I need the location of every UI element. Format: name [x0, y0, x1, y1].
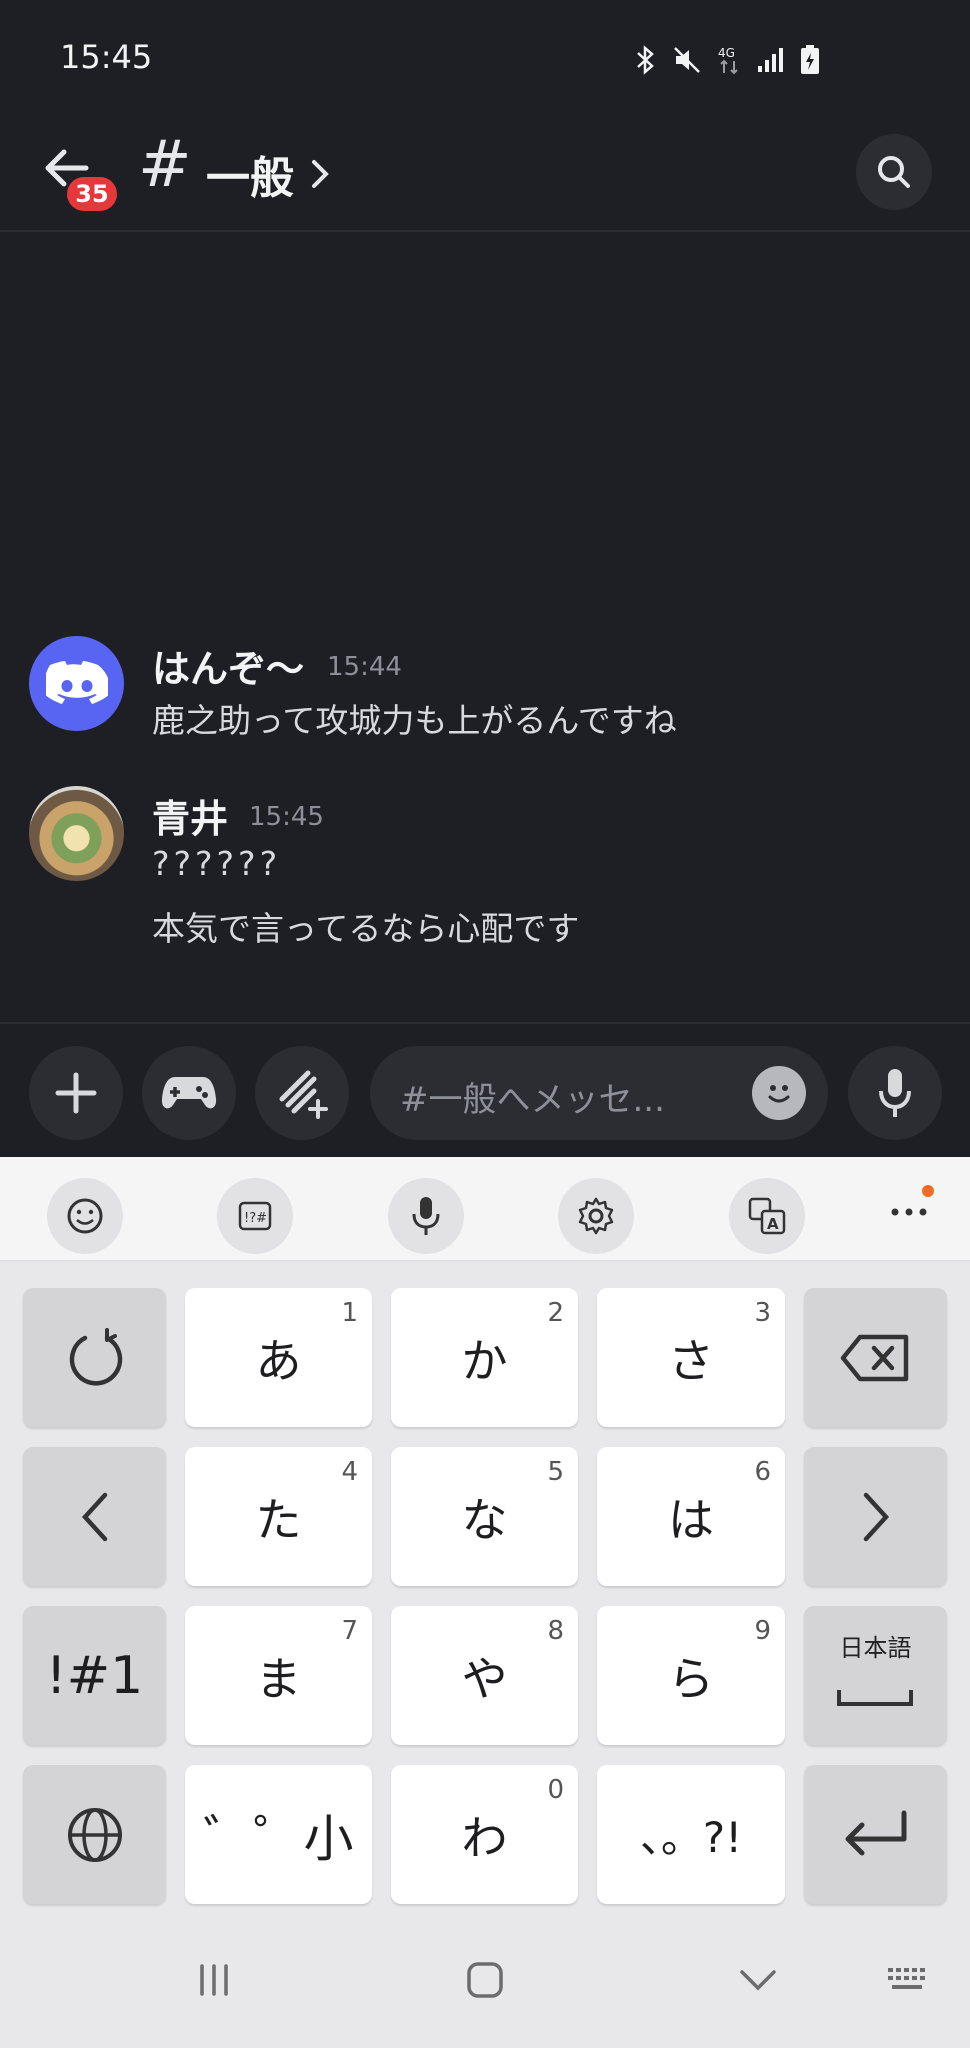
globe-icon [67, 1807, 122, 1862]
microphone-icon [879, 1069, 911, 1117]
svg-text:!?#: !?# [244, 1211, 267, 1226]
backspace-icon [840, 1334, 908, 1381]
author-name[interactable]: はんぞ〜 [152, 638, 304, 693]
key-ya[interactable]: 8や [391, 1606, 578, 1745]
message-composer: #一般へメッセ... [0, 1024, 970, 1157]
signal-icon [758, 48, 783, 72]
message[interactable]: 青井 15:45 ?????? 本気で言ってるなら心配です [0, 782, 970, 952]
key-enter[interactable] [804, 1765, 947, 1904]
chevron-right-icon [863, 1492, 889, 1541]
key-a[interactable]: 1あ [185, 1288, 372, 1427]
key-ra[interactable]: 9ら [597, 1606, 785, 1745]
avatar[interactable] [29, 636, 124, 731]
notification-dot [922, 1185, 934, 1197]
key-sa[interactable]: 3さ [597, 1288, 785, 1427]
apps-button[interactable] [255, 1046, 349, 1140]
key-ma[interactable]: 7ま [185, 1606, 372, 1745]
mute-icon [674, 47, 700, 73]
symbols-icon[interactable]: !?# [217, 1178, 293, 1254]
space-icon [837, 1690, 913, 1706]
undo-icon [69, 1327, 122, 1386]
4g-icon: 4G [718, 46, 738, 75]
search-icon [878, 156, 910, 188]
chevron-right-icon[interactable] [306, 154, 336, 194]
smiley-icon [768, 1085, 790, 1103]
activities-button[interactable] [142, 1046, 236, 1140]
svg-text:4G: 4G [718, 46, 735, 60]
channel-title[interactable]: 一般 [206, 142, 294, 206]
key-punctuation[interactable]: 、。?! [597, 1765, 785, 1904]
key-na[interactable]: 5な [391, 1447, 578, 1586]
message-timestamp: 15:45 [249, 802, 324, 832]
key-ha[interactable]: 6は [597, 1447, 785, 1586]
channel-hash-icon: # [138, 128, 192, 202]
bluetooth-icon [637, 45, 654, 75]
status-icons: 4G [634, 44, 820, 76]
message-input-placeholder: #一般へメッセ... [400, 1080, 665, 1120]
gamepad-icon [161, 1077, 217, 1109]
home-icon[interactable] [465, 1960, 505, 2000]
message[interactable]: はんぞ〜 15:44 鹿之助って攻城力も上がるんですね [0, 632, 970, 752]
message-text: 本気で言ってるなら心配です [152, 909, 580, 948]
author-name[interactable]: 青井 [152, 788, 228, 843]
key-wa[interactable]: 0わ [391, 1765, 578, 1904]
key-language[interactable] [23, 1765, 166, 1904]
message-input[interactable]: #一般へメッセ... [370, 1046, 828, 1140]
search-button[interactable] [856, 134, 932, 210]
key-undo[interactable] [23, 1288, 166, 1427]
keyboard-switch-icon[interactable] [886, 1960, 930, 2000]
plus-icon [55, 1072, 97, 1114]
translate-icon[interactable]: A [729, 1178, 805, 1254]
message-text: 鹿之助って攻城力も上がるんですね [152, 701, 677, 740]
recent-apps-icon[interactable] [194, 1960, 234, 2000]
key-ta[interactable]: 4た [185, 1447, 372, 1586]
voice-message-button[interactable] [848, 1046, 942, 1140]
key-ka[interactable]: 2か [391, 1288, 578, 1427]
discord-logo-icon [45, 660, 108, 704]
enter-icon [845, 1810, 906, 1855]
avatar[interactable] [29, 786, 124, 881]
language-label: 日本語 [839, 1634, 912, 1662]
keyboard-toolbar: !?# A [0, 1157, 970, 1261]
unread-badge: 35 [64, 174, 120, 214]
system-nav-bar [0, 1920, 970, 2048]
hide-keyboard-icon[interactable] [738, 1960, 778, 2000]
channel-header: 35 # 一般 [0, 110, 970, 232]
key-symbols[interactable]: !#1 [23, 1606, 166, 1745]
keyboard: !?# A 1あ 2か 3さ 4た 5な 6は !#1 7ま 8や 9ら 日本語… [0, 1157, 970, 2048]
message-text: ?????? [152, 844, 282, 883]
app-launcher-icon [279, 1070, 328, 1119]
key-cursor-right[interactable] [804, 1447, 947, 1586]
voice-input-icon[interactable] [388, 1178, 464, 1254]
status-bar: 15:45 4G [0, 0, 970, 110]
emoji-button[interactable] [752, 1066, 806, 1120]
message-timestamp: 15:44 [327, 652, 402, 682]
settings-icon[interactable] [558, 1178, 634, 1254]
svg-text:A: A [767, 1215, 779, 1233]
add-attachment-button[interactable] [29, 1046, 123, 1140]
key-space-japanese[interactable]: 日本語 [804, 1606, 947, 1745]
key-cursor-left[interactable] [23, 1447, 166, 1586]
key-backspace[interactable] [804, 1288, 947, 1427]
status-time: 15:45 [60, 38, 153, 76]
battery-icon [801, 45, 819, 74]
emoji-icon[interactable] [47, 1178, 123, 1254]
key-dakuten[interactable]: ゛゜小 [185, 1765, 372, 1904]
chevron-left-icon [81, 1492, 107, 1541]
